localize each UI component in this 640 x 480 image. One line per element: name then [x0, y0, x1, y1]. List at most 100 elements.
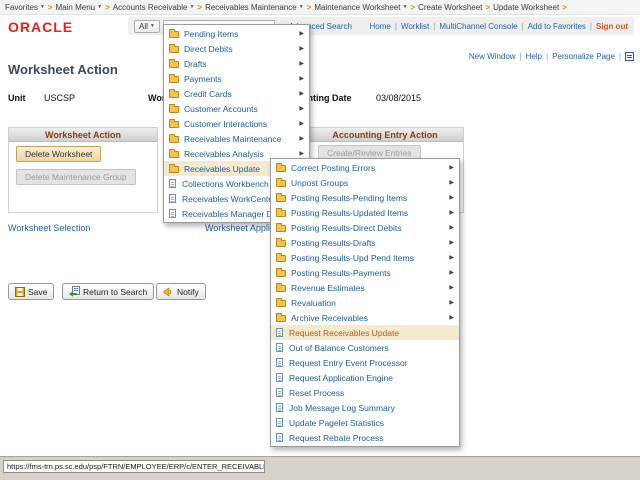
page-icon	[169, 194, 176, 203]
page-icon	[276, 403, 283, 412]
menu-item[interactable]: Drafts▶	[164, 56, 309, 71]
breadcrumb-label: Receivables Maintenance	[205, 3, 297, 12]
menu-item[interactable]: Unpost Groups▶	[271, 175, 459, 190]
menu-item[interactable]: Update Pagelet Statistics	[271, 415, 459, 430]
menu-item[interactable]: Posting Results-Pending Items▶	[271, 190, 459, 205]
multichannel-console-link[interactable]: MultiChannel Console	[439, 22, 517, 31]
menu-item-label: Posting Results-Drafts	[291, 238, 376, 248]
folder-icon	[276, 240, 286, 247]
menu-item[interactable]: Revaluation▶	[271, 295, 459, 310]
menu-item-label: Receivables Analysis	[184, 149, 264, 159]
return-to-search-icon	[69, 286, 80, 297]
add-to-favorites-link[interactable]: Add to Favorites	[528, 22, 586, 31]
accounting-entry-action-box-title: Accounting Entry Action	[307, 128, 463, 142]
menu-item[interactable]: Posting Results-Direct Debits▶	[271, 220, 459, 235]
menu-item[interactable]: Job Message Log Summary	[271, 400, 459, 415]
folder-icon	[169, 91, 179, 98]
save-button[interactable]: Save	[8, 283, 54, 300]
folder-icon	[169, 61, 179, 68]
submenu-arrow-icon: ▶	[445, 299, 454, 306]
delete-worksheet-button[interactable]: Delete Worksheet	[16, 146, 101, 162]
menu-item[interactable]: Posting Results-Upd Pend Items▶	[271, 250, 459, 265]
submenu-arrow-icon: ▶	[295, 135, 304, 142]
menu-item[interactable]: Request Rebate Process	[271, 430, 459, 445]
separator: |	[619, 52, 621, 61]
home-link[interactable]: Home	[370, 22, 391, 31]
breadcrumb: Favorites▼ > Main Menu▼ > Accounts Recei…	[0, 0, 640, 15]
save-icon	[15, 287, 25, 297]
sign-out-link[interactable]: Sign out	[596, 22, 628, 31]
breadcrumb-label: Update Worksheet	[493, 3, 559, 12]
menu-item[interactable]: Pending Items▶	[164, 26, 309, 41]
menu-item-label: Revenue Estimates	[291, 283, 365, 293]
menu-item[interactable]: Customer Accounts▶	[164, 101, 309, 116]
breadcrumb-item-main-menu[interactable]: Main Menu▼	[56, 3, 103, 12]
breadcrumb-item-create-worksheet[interactable]: Create Worksheet	[418, 3, 482, 12]
status-url: https://fms-trn.ps.sc.edu/psp/FTRN/EMPLO…	[3, 460, 265, 473]
menu-item[interactable]: Archive Receivables ▶	[271, 310, 459, 325]
help-link[interactable]: Help	[526, 52, 542, 61]
menu-item[interactable]: Direct Debits▶	[164, 41, 309, 56]
notify-label: Notify	[177, 287, 199, 297]
chevron-down-icon: ▼	[97, 4, 102, 10]
breadcrumb-item-favorites[interactable]: Favorites▼	[5, 3, 45, 12]
menu-item[interactable]: Revenue Estimates▶	[271, 280, 459, 295]
notify-button[interactable]: Notify	[156, 283, 206, 300]
pagebar: New Window | Help | Personalize Page |	[469, 52, 634, 61]
peoplesoft-window: Favorites▼ > Main Menu▼ > Accounts Recei…	[0, 0, 640, 480]
accounting-date-value: 03/08/2015	[376, 93, 421, 103]
folder-icon	[276, 210, 286, 217]
menu-item-label: Posting Results-Upd Pend Items	[291, 253, 414, 263]
submenu-arrow-icon: ▶	[295, 150, 304, 157]
menu-item-label: Payments	[184, 74, 222, 84]
breadcrumb-separator-icon: >	[307, 3, 312, 12]
breadcrumb-item-update-worksheet[interactable]: Update Worksheet	[493, 3, 559, 12]
separator: |	[522, 22, 524, 31]
personalize-page-link[interactable]: Personalize Page	[552, 52, 615, 61]
menu-item-label: Posting Results-Direct Debits	[291, 223, 402, 233]
submenu-arrow-icon: ▶	[445, 314, 454, 321]
folder-icon	[276, 300, 286, 307]
page-icon	[276, 388, 283, 397]
menu-item[interactable]: Request Entry Event Processor	[271, 355, 459, 370]
breadcrumb-item-receivables-maintenance[interactable]: Receivables Maintenance▼	[205, 3, 304, 12]
menu-item[interactable]: Credit Cards▶	[164, 86, 309, 101]
menu-item[interactable]: Reset Process	[271, 385, 459, 400]
menu-item[interactable]: Posting Results-Updated Items▶	[271, 205, 459, 220]
breadcrumb-item-accounts-receivable[interactable]: Accounts Receivable▼	[113, 3, 195, 12]
menu-item-request-receivables-update[interactable]: Request Receivables Update	[271, 325, 459, 340]
menu-item[interactable]: Correct Posting Errors▶	[271, 160, 459, 175]
return-to-search-button[interactable]: Return to Search	[62, 283, 154, 300]
submenu-arrow-icon: ▶	[295, 105, 304, 112]
folder-icon	[276, 165, 286, 172]
chevron-down-icon: ▼	[402, 4, 407, 10]
worksheet-selection-link[interactable]: Worksheet Selection	[8, 223, 90, 233]
folder-icon	[169, 46, 179, 53]
menu-item[interactable]: Posting Results-Drafts▶	[271, 235, 459, 250]
menu-item[interactable]: Customer Interactions▶	[164, 116, 309, 131]
folder-icon	[276, 195, 286, 202]
folder-icon	[276, 270, 286, 277]
menu-item-label: Posting Results-Pending Items	[291, 193, 407, 203]
search-scope-button[interactable]: All▼	[134, 20, 160, 33]
menu-item-label: Update Pagelet Statistics	[289, 418, 384, 428]
copy-url-icon[interactable]	[625, 52, 634, 61]
menu-item[interactable]: Payments▶	[164, 71, 309, 86]
menu-item[interactable]: Request Application Engine	[271, 370, 459, 385]
breadcrumb-separator-icon: >	[562, 3, 567, 12]
chevron-down-icon: ▼	[189, 4, 194, 10]
new-window-link[interactable]: New Window	[469, 52, 516, 61]
worklist-link[interactable]: Worklist	[401, 22, 429, 31]
separator: |	[546, 52, 548, 61]
search-scope-label: All	[139, 22, 148, 31]
menu-item-label: Request Application Engine	[289, 373, 393, 383]
menu-item[interactable]: Posting Results-Payments▶	[271, 265, 459, 280]
folder-icon	[276, 315, 286, 322]
menu-item-label: Archive Receivables	[291, 313, 368, 323]
breadcrumb-separator-icon: >	[105, 3, 110, 12]
folder-icon	[169, 31, 179, 38]
menu-item[interactable]: Receivables Maintenance▶	[164, 131, 309, 146]
menu-item[interactable]: Out of Balance Customers	[271, 340, 459, 355]
breadcrumb-item-maintenance-worksheet[interactable]: Maintenance Worksheet▼	[314, 3, 407, 12]
breadcrumb-separator-icon: >	[48, 3, 53, 12]
